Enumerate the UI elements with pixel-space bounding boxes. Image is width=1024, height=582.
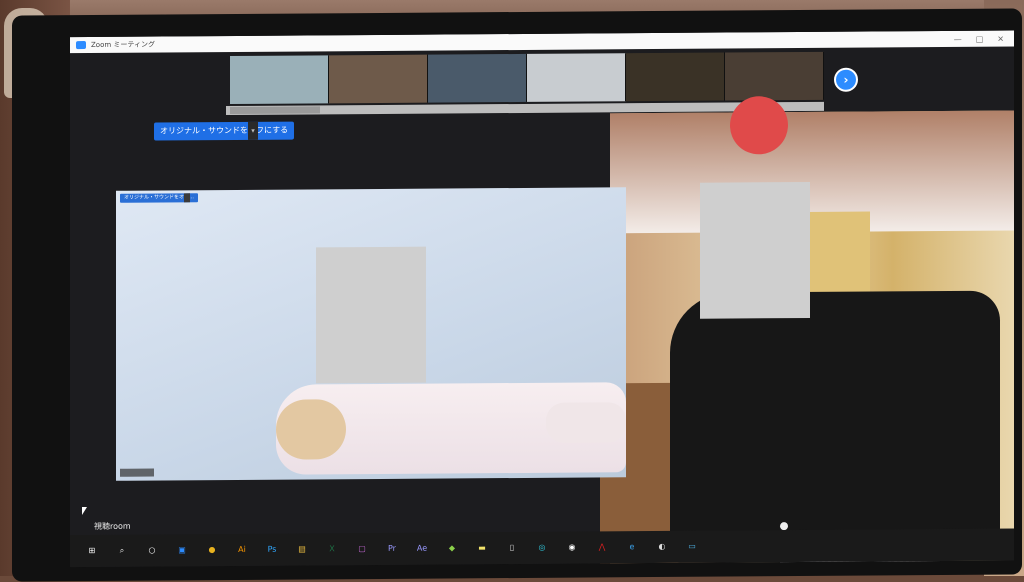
zoom-icon[interactable]: ▣ (174, 542, 190, 558)
next-page-button[interactable]: › (834, 67, 858, 92)
scrollbar-thumb[interactable] (230, 106, 320, 115)
zoom-app-icon (76, 41, 86, 50)
maximize-button[interactable]: □ (976, 34, 984, 43)
app-teal-icon[interactable]: ◎ (534, 540, 550, 556)
face-censor-block (316, 246, 426, 384)
app-gray-icon[interactable]: ◐ (654, 539, 670, 555)
edge-icon[interactable]: e (624, 539, 640, 555)
chrome-icon[interactable]: ● (204, 542, 220, 558)
mouse-cursor (82, 507, 87, 516)
windows-taskbar: ⊞ ⌕ ○ ▣ ● Ai Ps ▤ X ▢ Pr Ae ◆ ▬ ▯ ◎ ◉ ⋀ e ◐ ▭ (70, 528, 1014, 568)
participant-tile[interactable] (626, 52, 725, 102)
zoom-screen: Zoom ミーティング — □ ✕ › オリジナル・サウンドをオフにする ▾ オ… (70, 30, 1014, 568)
participant-video-strip (230, 51, 824, 105)
photoshop-icon[interactable]: Ps (264, 542, 280, 558)
app-icon[interactable]: ◆ (444, 540, 460, 556)
window-title: Zoom ミーティング (91, 40, 155, 49)
original-sound-button[interactable]: オリジナル・サウンドをオフにする (154, 121, 295, 141)
acrobat-icon[interactable]: ⋀ (594, 539, 610, 555)
sticky-notes-icon[interactable]: ▬ (474, 540, 490, 556)
notepad-icon[interactable]: ▯ (504, 540, 520, 556)
participant-name-tag (120, 468, 154, 477)
monitor: Zoom ミーティング — □ ✕ › オリジナル・サウンドをオフにする ▾ オ… (12, 8, 1022, 582)
photos-icon[interactable]: ▢ (354, 541, 370, 557)
participant-tile[interactable] (428, 53, 527, 103)
close-button[interactable]: ✕ (997, 34, 1004, 43)
app-blue-icon[interactable]: ▭ (684, 539, 700, 555)
search-icon[interactable]: ⌕ (114, 543, 130, 559)
face-censor-block (700, 181, 810, 319)
title-bar: Zoom ミーティング — □ ✕ (70, 30, 1014, 54)
participant-tile[interactable] (329, 54, 428, 104)
flag-circle (730, 96, 788, 155)
family-crest (780, 522, 788, 531)
windows-start-icon[interactable]: ⊞ (84, 543, 100, 559)
window-controls: — □ ✕ (954, 34, 1004, 43)
excel-icon[interactable]: X (324, 541, 340, 557)
person-haori (670, 290, 1000, 563)
illustrator-icon[interactable]: Ai (234, 542, 250, 558)
premiere-icon[interactable]: Pr (384, 541, 400, 557)
taskbar-tooltip: 視聴room (94, 521, 131, 531)
after-effects-icon[interactable]: Ae (414, 541, 430, 557)
participant-tile[interactable] (230, 55, 329, 105)
sound-dropdown-arrow[interactable]: ▾ (248, 121, 258, 140)
file-explorer-icon[interactable]: ▤ (294, 541, 310, 557)
minimize-button[interactable]: — (954, 34, 962, 43)
participant-tile[interactable] (527, 53, 626, 102)
kimono-obi (276, 399, 346, 460)
task-view-icon[interactable]: ○ (144, 542, 160, 558)
app-white-icon[interactable]: ◉ (564, 540, 580, 556)
main-video-dropdown[interactable] (184, 193, 190, 203)
person-hand (546, 402, 626, 443)
participant-tile[interactable] (725, 51, 824, 101)
side-video-feed (600, 96, 1014, 568)
main-video-feed: オリジナル・サウンドをオン… (116, 187, 626, 481)
